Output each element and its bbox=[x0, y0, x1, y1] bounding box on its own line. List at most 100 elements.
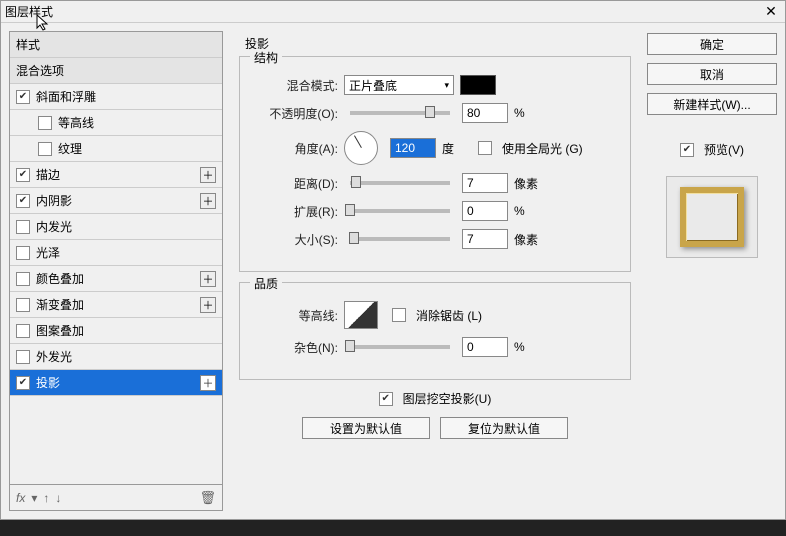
bottom-strip bbox=[0, 520, 786, 536]
sidebar-item[interactable]: 外发光 bbox=[10, 344, 222, 370]
sidebar-item[interactable]: ✔ 斜面和浮雕 bbox=[10, 84, 222, 110]
fx-icon[interactable]: fx bbox=[16, 491, 25, 505]
select-value: 正片叠底 bbox=[349, 77, 397, 94]
preview-thumbnail bbox=[680, 187, 744, 247]
slider-thumb[interactable] bbox=[349, 232, 359, 244]
distance-input[interactable]: 7 bbox=[462, 173, 508, 193]
angle-dial[interactable] bbox=[344, 131, 378, 165]
sidebar-item[interactable]: ✔投影＋ bbox=[10, 370, 222, 396]
quality-group: 品质 等高线: 消除锯齿 (L) 杂色(N): 0 % bbox=[239, 282, 631, 380]
checkbox[interactable] bbox=[16, 220, 30, 234]
checkbox[interactable]: ✔ bbox=[16, 194, 30, 208]
label: 图案叠加 bbox=[36, 322, 84, 339]
close-icon[interactable]: ✕ bbox=[761, 3, 781, 20]
knockout-label: 图层挖空投影(U) bbox=[403, 390, 492, 407]
sidebar-item-styles[interactable]: 样式 bbox=[10, 32, 222, 58]
opacity-input[interactable]: 80 bbox=[462, 103, 508, 123]
label: 样式 bbox=[16, 36, 40, 53]
checkbox[interactable] bbox=[16, 298, 30, 312]
distance-slider[interactable] bbox=[350, 181, 450, 185]
sidebar-item[interactable]: 等高线 bbox=[10, 110, 222, 136]
size-input[interactable]: 7 bbox=[462, 229, 508, 249]
opacity-label: 不透明度(O): bbox=[250, 105, 338, 122]
arrow-down-icon[interactable]: ↓ bbox=[55, 491, 61, 505]
noise-input[interactable]: 0 bbox=[462, 337, 508, 357]
plus-icon[interactable]: ＋ bbox=[200, 167, 216, 183]
arrow-up-icon[interactable]: ↑ bbox=[43, 491, 49, 505]
sidebar-item[interactable]: 纹理 bbox=[10, 136, 222, 162]
checkbox[interactable] bbox=[16, 246, 30, 260]
noise-slider[interactable] bbox=[350, 345, 450, 349]
label: 渐变叠加 bbox=[36, 296, 84, 313]
cancel-button[interactable]: 取消 bbox=[647, 63, 777, 85]
distance-unit: 像素 bbox=[514, 175, 544, 192]
label: 斜面和浮雕 bbox=[36, 88, 96, 105]
noise-label: 杂色(N): bbox=[250, 339, 338, 356]
sidebar-item[interactable]: 内发光 bbox=[10, 214, 222, 240]
checkbox[interactable]: ✔ bbox=[16, 376, 30, 390]
sidebar-item[interactable]: 渐变叠加 ＋ bbox=[10, 292, 222, 318]
spread-input[interactable]: 0 bbox=[462, 201, 508, 221]
dialog-body: 样式 混合选项 ✔斜面和浮雕等高线纹理✔描边＋✔内阴影＋内发光光泽颜色叠加＋渐变… bbox=[1, 23, 785, 519]
ok-button[interactable]: 确定 bbox=[647, 33, 777, 55]
spread-slider[interactable] bbox=[350, 209, 450, 213]
settings-panel: 投影 结构 混合模式: 正片叠底 ▾ 不透明度(O): 80 % bbox=[231, 31, 639, 511]
label: 光泽 bbox=[36, 244, 60, 261]
reset-default-button[interactable]: 复位为默认值 bbox=[440, 417, 568, 439]
checkbox[interactable] bbox=[16, 324, 30, 338]
size-label: 大小(S): bbox=[250, 231, 338, 248]
checkbox[interactable] bbox=[16, 272, 30, 286]
knockout-checkbox[interactable]: ✔ bbox=[379, 392, 393, 406]
contour-picker[interactable] bbox=[344, 301, 378, 329]
blend-mode-select[interactable]: 正片叠底 ▾ bbox=[344, 75, 454, 95]
label: 混合选项 bbox=[16, 62, 64, 79]
label: 纹理 bbox=[58, 140, 82, 157]
action-panel: 确定 取消 新建样式(W)... ✔ 预览(V) bbox=[647, 31, 777, 511]
sidebar-item[interactable]: ✔ 描边 ＋ bbox=[10, 162, 222, 188]
preview-box bbox=[666, 176, 758, 258]
plus-icon[interactable]: ＋ bbox=[200, 375, 216, 391]
distance-label: 距离(D): bbox=[250, 175, 338, 192]
slider-thumb[interactable] bbox=[345, 204, 355, 216]
checkbox[interactable] bbox=[38, 142, 52, 156]
style-sidebar: 样式 混合选项 ✔斜面和浮雕等高线纹理✔描边＋✔内阴影＋内发光光泽颜色叠加＋渐变… bbox=[9, 31, 223, 511]
structure-legend: 结构 bbox=[250, 49, 282, 66]
antialias-label: 消除锯齿 (L) bbox=[416, 307, 482, 324]
plus-icon[interactable]: ＋ bbox=[200, 297, 216, 313]
label: 等高线 bbox=[58, 114, 94, 131]
new-style-button[interactable]: 新建样式(W)... bbox=[647, 93, 777, 115]
sidebar-item[interactable]: ✔内阴影＋ bbox=[10, 188, 222, 214]
slider-thumb[interactable] bbox=[425, 106, 435, 118]
label: 颜色叠加 bbox=[36, 270, 84, 287]
global-light-checkbox[interactable] bbox=[478, 141, 492, 155]
shadow-color-swatch[interactable] bbox=[460, 75, 496, 95]
angle-unit: 度 bbox=[442, 140, 472, 157]
size-unit: 像素 bbox=[514, 231, 544, 248]
chevron-down-icon[interactable]: ▾ bbox=[31, 491, 37, 505]
sidebar-footer: fx ▾ ↑ ↓ 🗑 bbox=[10, 484, 222, 510]
trash-icon[interactable]: 🗑 bbox=[199, 490, 216, 506]
sidebar-item[interactable]: 光泽 bbox=[10, 240, 222, 266]
preview-checkbox[interactable]: ✔ bbox=[680, 143, 694, 157]
titlebar: 图层样式 ✕ bbox=[1, 1, 785, 23]
checkbox[interactable]: ✔ bbox=[16, 168, 30, 182]
plus-icon[interactable]: ＋ bbox=[200, 193, 216, 209]
sidebar-item[interactable]: 颜色叠加 ＋ bbox=[10, 266, 222, 292]
slider-thumb[interactable] bbox=[351, 176, 361, 188]
size-slider[interactable] bbox=[350, 237, 450, 241]
spread-unit: % bbox=[514, 204, 544, 218]
checkbox[interactable]: ✔ bbox=[16, 90, 30, 104]
slider-thumb[interactable] bbox=[345, 340, 355, 352]
opacity-slider[interactable] bbox=[350, 111, 450, 115]
checkbox[interactable] bbox=[38, 116, 52, 130]
label: 描边 bbox=[36, 166, 60, 183]
checkbox[interactable] bbox=[16, 350, 30, 364]
sidebar-item[interactable]: 图案叠加 bbox=[10, 318, 222, 344]
sidebar-item-blend-options[interactable]: 混合选项 bbox=[10, 58, 222, 84]
angle-input[interactable]: 120 bbox=[390, 138, 436, 158]
panel-title: 投影 bbox=[245, 35, 631, 52]
plus-icon[interactable]: ＋ bbox=[200, 271, 216, 287]
antialias-checkbox[interactable] bbox=[392, 308, 406, 322]
opacity-unit: % bbox=[514, 106, 544, 120]
make-default-button[interactable]: 设置为默认值 bbox=[302, 417, 430, 439]
